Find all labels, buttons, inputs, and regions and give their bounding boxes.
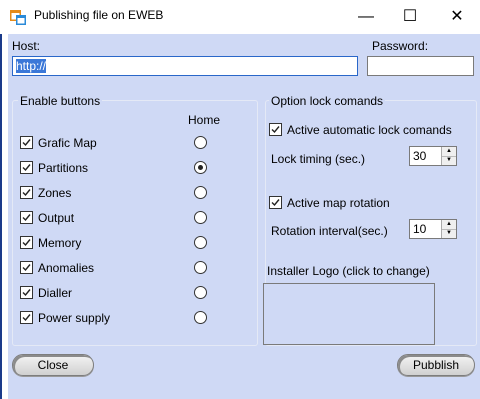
home-radio[interactable]	[194, 311, 207, 324]
enable-item-label: Memory	[38, 236, 82, 250]
enable-item-label: Power supply	[38, 311, 111, 325]
window-title: Publishing file on EWEB	[34, 8, 164, 22]
rotation-interval-value: 10	[413, 222, 427, 236]
spinner-arrows: ▲ ▼	[441, 147, 456, 165]
publish-button[interactable]: Pubblish	[397, 354, 475, 376]
home-radio[interactable]	[194, 211, 207, 224]
enable-item-label: Output	[38, 211, 75, 225]
enable-checkbox[interactable]	[20, 261, 33, 274]
enable-item-label: Partitions	[38, 161, 89, 175]
lock-options-title: Option lock comands	[269, 94, 386, 108]
installer-logo-box[interactable]	[263, 283, 435, 345]
password-label: Password:	[372, 39, 429, 53]
maximize-button[interactable]: ☐	[387, 0, 433, 34]
home-radio[interactable]	[194, 136, 207, 149]
enable-item-label: Dialler	[38, 286, 73, 300]
password-input[interactable]	[367, 56, 474, 76]
enable-item-label: Anomalies	[38, 261, 95, 275]
home-column-header: Home	[188, 113, 221, 127]
spinner-arrows: ▲ ▼	[441, 220, 456, 238]
close-window-button[interactable]: ✕	[434, 0, 480, 34]
app-icon	[10, 9, 26, 25]
lock-timing-value: 30	[413, 149, 427, 163]
home-radio[interactable]	[194, 286, 207, 299]
map-rotation-label: Active map rotation	[287, 196, 390, 210]
enable-checkbox[interactable]	[20, 286, 33, 299]
spin-down-icon[interactable]: ▼	[442, 229, 456, 238]
enable-checkbox[interactable]	[20, 186, 33, 199]
host-label: Host:	[12, 39, 41, 53]
spin-down-icon[interactable]: ▼	[442, 156, 456, 165]
enable-item-label: Grafic Map	[38, 136, 97, 150]
auto-lock-checkbox[interactable]	[269, 123, 282, 136]
home-radio[interactable]	[194, 236, 207, 249]
host-input[interactable]: http://	[12, 56, 358, 76]
home-radio[interactable]	[194, 186, 207, 199]
enable-checkbox[interactable]	[20, 211, 33, 224]
lock-timing-label: Lock timing (sec.)	[271, 152, 366, 166]
dialog-body: Host: http:// Password: Enable buttons H…	[8, 34, 480, 399]
rotation-interval-spinner[interactable]: 10 ▲ ▼	[409, 219, 457, 239]
enable-checkbox[interactable]	[20, 311, 33, 324]
close-button[interactable]: Close	[12, 354, 94, 376]
enable-item-label: Zones	[38, 186, 72, 200]
installer-logo-label: Installer Logo (click to change)	[267, 264, 430, 278]
window-left-border	[0, 34, 2, 399]
map-rotation-checkbox[interactable]	[269, 196, 282, 209]
enable-checkbox[interactable]	[20, 161, 33, 174]
home-radio[interactable]	[194, 261, 207, 274]
rotation-interval-label: Rotation interval(sec.)	[271, 224, 388, 238]
title-bar: Publishing file on EWEB — ☐ ✕	[0, 0, 480, 34]
enable-buttons-title: Enable buttons	[18, 94, 103, 108]
enable-checkbox[interactable]	[20, 236, 33, 249]
auto-lock-label: Active automatic lock comands	[287, 123, 452, 137]
lock-timing-spinner[interactable]: 30 ▲ ▼	[409, 146, 457, 166]
home-radio[interactable]	[194, 161, 207, 174]
enable-checkbox[interactable]	[20, 136, 33, 149]
minimize-button[interactable]: —	[343, 0, 389, 34]
